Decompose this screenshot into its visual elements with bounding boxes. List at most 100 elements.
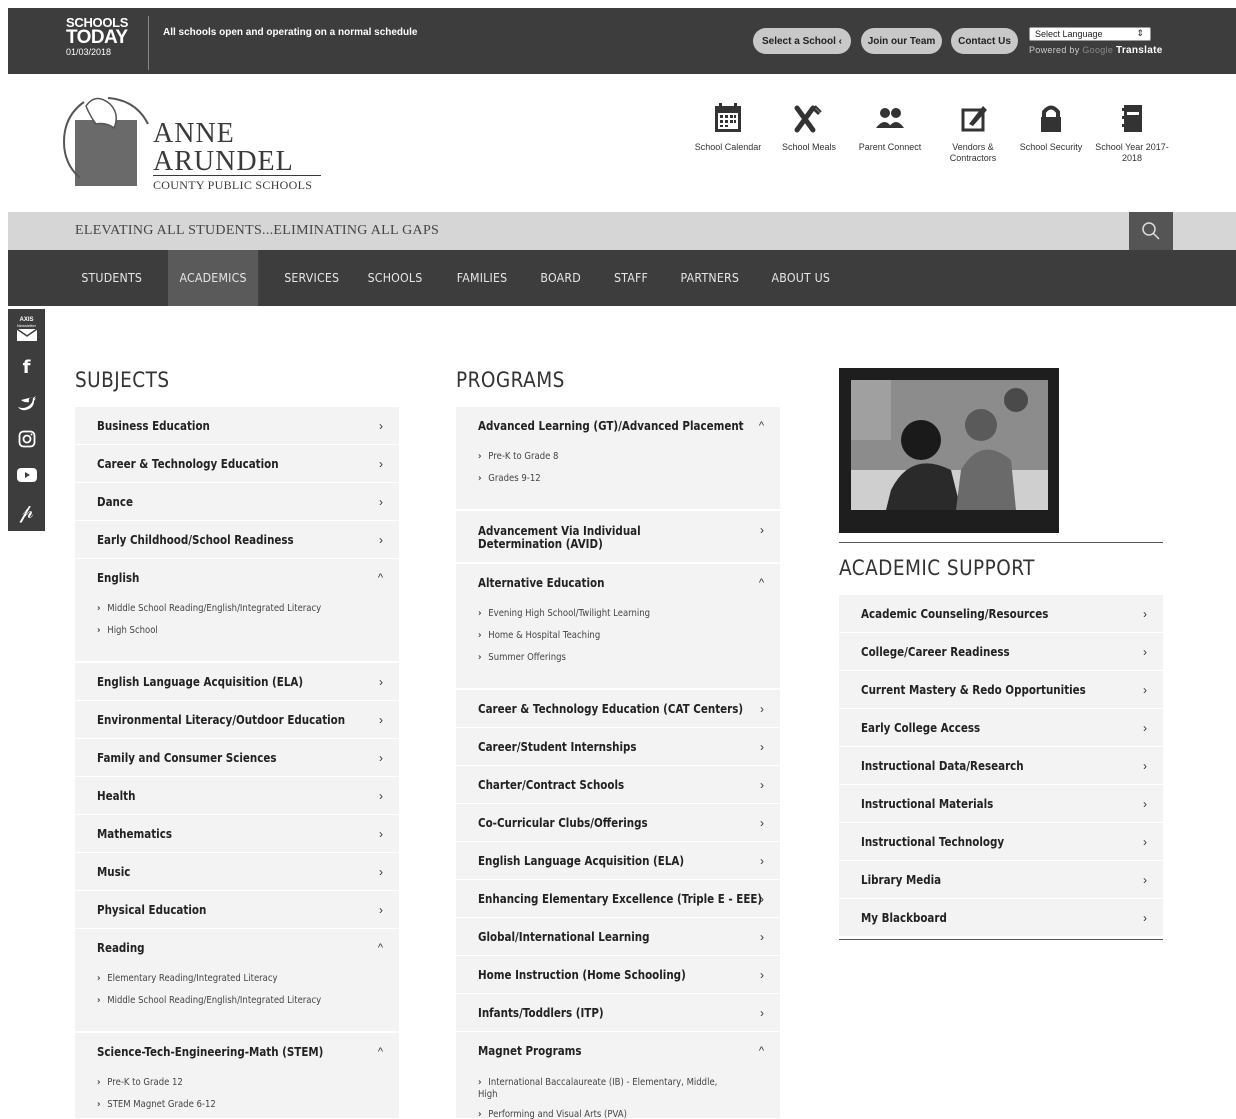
- program-item[interactable]: Career & Technology Education (CAT Cente…: [456, 690, 780, 728]
- twitter-link[interactable]: [8, 385, 45, 421]
- support-item[interactable]: College/Career Readiness ›: [839, 633, 1163, 671]
- support-item[interactable]: Academic Counseling/Resources ›: [839, 595, 1163, 633]
- subject-item[interactable]: Career & Technology Education ›: [75, 445, 399, 483]
- support-label: Instructional Materials: [861, 797, 994, 811]
- quick-link-label: School Security: [1019, 142, 1083, 152]
- program-label: Advanced Learning (GT)/Advanced Placemen…: [478, 419, 744, 433]
- sub-link-label: Middle School Reading/English/Integrated…: [107, 995, 322, 1006]
- program-item[interactable]: Enhancing Elementary Excellence (Triple …: [456, 880, 780, 918]
- support-item[interactable]: My Blackboard ›: [839, 899, 1163, 937]
- subject-item[interactable]: Health ›: [75, 777, 399, 815]
- nav-schools[interactable]: SCHOOLS: [361, 250, 429, 306]
- support-item[interactable]: Instructional Data/Research ›: [839, 747, 1163, 785]
- nav-board[interactable]: BOARD: [534, 250, 587, 306]
- select-school-button[interactable]: Select a School ‹: [753, 28, 851, 54]
- program-label: Home Instruction (Home Schooling): [478, 968, 686, 982]
- language-select[interactable]: Select Language ⇕: [1029, 27, 1151, 41]
- arrow-right-icon: ›: [97, 973, 101, 984]
- subject-item[interactable]: Early Childhood/School Readiness ›: [75, 521, 399, 559]
- subject-item[interactable]: English Language Acquisition (ELA) ›: [75, 663, 399, 701]
- support-item[interactable]: Early College Access ›: [839, 709, 1163, 747]
- subject-label: Career & Technology Education: [97, 457, 279, 471]
- nav-about-us[interactable]: ABOUT US: [764, 250, 838, 306]
- sub-link[interactable]: › Middle School Reading/English/Integrate…: [97, 603, 321, 615]
- quick-link-school-security[interactable]: School Security: [1011, 102, 1091, 153]
- program-item[interactable]: Home Instruction (Home Schooling) ›: [456, 956, 780, 994]
- quick-link-parent-connect[interactable]: Parent Connect: [850, 102, 930, 153]
- quick-link-school-calendar[interactable]: School Calendar: [688, 102, 768, 153]
- subjects-title: SUBJECTS: [75, 368, 170, 392]
- subject-item[interactable]: Family and Consumer Sciences ›: [75, 739, 399, 777]
- nav-academics[interactable]: ACADEMICS: [168, 250, 259, 306]
- sub-link[interactable]: › Pre-K to Grade 12: [97, 1077, 183, 1089]
- sub-link-label: International Baccalaureate (IB) - Eleme…: [478, 1077, 718, 1100]
- school-logo-icon[interactable]: [56, 94, 156, 194]
- arrow-right-icon: ›: [478, 608, 482, 619]
- support-label: Library Media: [861, 873, 942, 887]
- quick-link-school-year[interactable]: School Year 2017-2018: [1092, 102, 1172, 164]
- sub-link[interactable]: › High School: [97, 625, 158, 637]
- program-item[interactable]: Advancement Via Individual Determination…: [456, 511, 780, 563]
- nav-staff[interactable]: STAFF: [608, 250, 654, 306]
- instagram-link[interactable]: [8, 421, 45, 457]
- sub-link[interactable]: › Summer Offerings: [478, 652, 566, 664]
- support-item[interactable]: Library Media ›: [839, 861, 1163, 899]
- subject-item-reading[interactable]: Reading ^ › Elementary Reading/Integrated …: [75, 929, 399, 1032]
- sub-link[interactable]: › STEM Magnet Grade 6-12: [97, 1099, 216, 1111]
- nav-students[interactable]: STUDENTS: [74, 250, 149, 306]
- sub-link[interactable]: › Performing and Visual Arts (PVA): [478, 1109, 627, 1119]
- sub-link[interactable]: › Elementary Reading/Integrated Literacy: [97, 973, 278, 985]
- support-item[interactable]: Instructional Technology ›: [839, 823, 1163, 861]
- arrow-right-icon: ›: [97, 995, 101, 1006]
- facebook-link[interactable]: f: [8, 349, 45, 385]
- program-item[interactable]: Co-Curricular Clubs/Offerings ›: [456, 804, 780, 842]
- program-item[interactable]: English Language Acquisition (ELA) ›: [456, 842, 780, 880]
- pinterest-icon: 𝓅: [19, 499, 34, 523]
- arrow-right-icon: ›: [478, 1109, 482, 1119]
- subject-item[interactable]: Mathematics ›: [75, 815, 399, 853]
- nav-services[interactable]: SERVICES: [274, 250, 349, 306]
- program-label: Global/International Learning: [478, 930, 650, 944]
- sub-link[interactable]: › Evening High School/Twilight Learning: [478, 608, 650, 620]
- program-item-advanced[interactable]: Advanced Learning (GT)/Advanced Placemen…: [456, 407, 780, 510]
- search-button[interactable]: [1129, 212, 1173, 250]
- program-item-magnet[interactable]: Magnet Programs ^ › International Baccalau…: [456, 1032, 780, 1119]
- chevron-right-icon: ›: [379, 751, 383, 765]
- sub-link-label: Performing and Visual Arts (PVA): [488, 1109, 627, 1119]
- divider: [839, 939, 1163, 940]
- support-item[interactable]: Instructional Materials ›: [839, 785, 1163, 823]
- subject-item-stem[interactable]: Science-Tech-Engineering-Math (STEM) ^ › P…: [75, 1033, 399, 1119]
- subject-item[interactable]: Physical Education ›: [75, 891, 399, 929]
- subject-item-english[interactable]: English ^ › Middle School Reading/English/…: [75, 559, 399, 662]
- program-item[interactable]: Career/Student Internships ›: [456, 728, 780, 766]
- sub-link[interactable]: › International Baccalaureate (IB) - Elem…: [478, 1077, 725, 1101]
- quick-link-vendors[interactable]: Vendors & Contractors: [933, 102, 1013, 164]
- contact-us-button[interactable]: Contact Us: [951, 28, 1018, 54]
- chevron-right-icon: ›: [1143, 721, 1147, 735]
- subject-item[interactable]: Business Education ›: [75, 407, 399, 445]
- sub-link[interactable]: › Pre-K to Grade 8: [478, 451, 558, 463]
- axis-newsletter-link[interactable]: AXIS Newsletter: [8, 309, 45, 349]
- program-item[interactable]: Charter/Contract Schools ›: [456, 766, 780, 804]
- quick-link-school-meals[interactable]: School Meals: [769, 102, 849, 153]
- subject-item[interactable]: Dance ›: [75, 483, 399, 521]
- sub-link[interactable]: › Grades 9-12: [478, 473, 541, 485]
- sub-link-label: Home & Hospital Teaching: [488, 630, 601, 641]
- program-item[interactable]: Infants/Toddlers (ITP) ›: [456, 994, 780, 1032]
- program-item-alternative[interactable]: Alternative Education ^ › Evening High Sch…: [456, 564, 780, 689]
- support-item[interactable]: Current Mastery & Redo Opportunities ›: [839, 671, 1163, 709]
- nav-partners[interactable]: PARTNERS: [673, 250, 747, 306]
- nav-families[interactable]: FAMILIES: [448, 250, 516, 306]
- sub-link[interactable]: › Home & Hospital Teaching: [478, 630, 600, 642]
- sub-link[interactable]: › Middle School Reading/English/Integrate…: [97, 995, 321, 1007]
- translate-link[interactable]: Translate: [1116, 45, 1163, 56]
- chevron-up-icon: ^: [758, 1045, 764, 1057]
- pinterest-link[interactable]: 𝓅: [8, 493, 45, 529]
- subject-item[interactable]: Environmental Literacy/Outdoor Education…: [75, 701, 399, 739]
- schools-today-box[interactable]: SCHOOLS TODAY 01/03/2018: [66, 16, 149, 70]
- calendar-icon: [715, 103, 741, 132]
- join-team-button[interactable]: Join our Team: [861, 28, 942, 54]
- program-item[interactable]: Global/International Learning ›: [456, 918, 780, 956]
- subject-item[interactable]: Music ›: [75, 853, 399, 891]
- youtube-link[interactable]: [8, 457, 45, 493]
